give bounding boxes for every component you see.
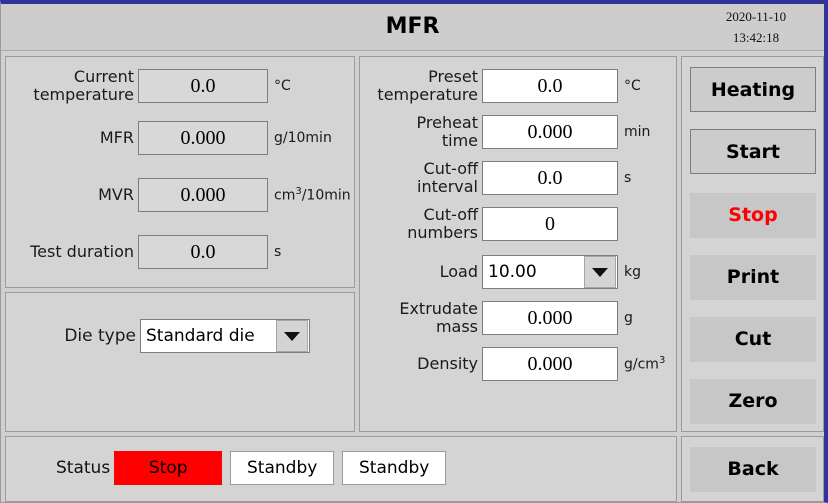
mfr-value: 0.000: [138, 121, 268, 155]
measurement-results-panel: Current temperature 0.0 °C MFR 0.000 g/10…: [5, 56, 355, 288]
field-mfr: MFR 0.000 g/10min: [10, 119, 332, 157]
mfr-application-window: MFR 2020-11-10 13:42:18 Current temperatu…: [0, 0, 828, 503]
chevron-down-icon: [284, 331, 300, 341]
status-panel: Status Stop Standby Standby: [5, 436, 677, 502]
preset-temperature-unit: °C: [624, 78, 641, 94]
mvr-label: MVR: [98, 185, 134, 204]
load-select[interactable]: 10.00: [482, 255, 618, 289]
heating-button[interactable]: Heating: [690, 67, 816, 112]
preheat-time-label: Preheat time: [416, 113, 479, 150]
status-badge-secondary: Standby: [230, 451, 335, 485]
print-button[interactable]: Print: [690, 255, 816, 300]
load-label: Load: [439, 262, 478, 281]
preset-temperature-label: Preset temperature: [377, 67, 478, 104]
status-badge-primary: Stop: [114, 451, 223, 485]
current-temperature-value: 0.0: [138, 69, 268, 103]
current-temperature-label: Current temperature: [33, 67, 134, 104]
status-badge-tertiary: Standby: [342, 451, 447, 485]
load-unit: kg: [624, 264, 641, 280]
load-value: 10.00: [488, 262, 537, 282]
field-cutoff-numbers: Cut-off numbers 0: [364, 205, 624, 243]
preset-temperature-input[interactable]: 0.0: [482, 69, 618, 103]
current-date: 2020-11-10: [725, 9, 787, 24]
navigation-panel: Back: [681, 436, 824, 502]
clock-display: 2020-11-10 13:42:18: [696, 6, 816, 48]
preheat-time-input[interactable]: 0.000: [482, 115, 618, 149]
density-input[interactable]: 0.000: [482, 347, 618, 381]
zero-button[interactable]: Zero: [690, 379, 816, 424]
extrudate-mass-input[interactable]: 0.000: [482, 301, 618, 335]
preheat-time-unit: min: [624, 124, 651, 140]
test-duration-unit: s: [274, 244, 282, 260]
cutoff-numbers-input[interactable]: 0: [482, 207, 618, 241]
status-label: Status: [56, 458, 111, 478]
start-button[interactable]: Start: [690, 129, 816, 174]
field-current-temperature: Current temperature 0.0 °C: [10, 67, 291, 105]
field-test-duration: Test duration 0.0 s: [10, 233, 281, 271]
field-density: Density 0.000 g/cm3: [364, 345, 665, 383]
die-type-select[interactable]: Standard die: [140, 319, 310, 353]
cutoff-interval-label: Cut-off interval: [417, 159, 478, 196]
load-dropdown-button[interactable]: [584, 256, 616, 288]
cut-button[interactable]: Cut: [690, 317, 816, 362]
die-type-panel: Die type Standard die: [5, 292, 355, 432]
cutoff-numbers-label: Cut-off numbers: [407, 205, 478, 242]
field-die-type: Die type Standard die: [40, 319, 310, 353]
chevron-down-icon: [592, 267, 608, 277]
die-type-value: Standard die: [146, 326, 255, 346]
mvr-unit: cm3/10min: [274, 186, 351, 204]
mfr-unit: g/10min: [274, 130, 332, 146]
stop-button[interactable]: Stop: [690, 193, 816, 238]
mfr-label: MFR: [99, 128, 134, 147]
status-indicator-group: Status Stop Standby Standby: [56, 451, 454, 485]
density-unit: g/cm3: [624, 355, 666, 373]
mvr-value: 0.000: [138, 178, 268, 212]
test-duration-value: 0.0: [138, 235, 268, 269]
field-preset-temperature: Preset temperature 0.0 °C: [364, 67, 641, 105]
field-load: Load 10.00 kg: [364, 253, 641, 291]
die-type-label: Die type: [64, 326, 136, 346]
back-button[interactable]: Back: [690, 447, 816, 492]
extrudate-mass-label: Extrudate mass: [399, 299, 478, 336]
die-type-dropdown-button[interactable]: [276, 320, 308, 352]
current-time: 13:42:18: [732, 30, 780, 45]
current-temperature-unit: °C: [274, 78, 291, 94]
cutoff-interval-unit: s: [624, 170, 632, 186]
action-buttons-panel: Heating Start Stop Print Cut Zero: [681, 56, 824, 432]
title-bar: MFR 2020-11-10 13:42:18: [1, 4, 824, 51]
density-label: Density: [417, 354, 478, 373]
field-preheat-time: Preheat time 0.000 min: [364, 113, 651, 151]
field-cutoff-interval: Cut-off interval 0.0 s: [364, 159, 631, 197]
cutoff-interval-input[interactable]: 0.0: [482, 161, 618, 195]
field-extrudate-mass: Extrudate mass 0.000 g: [364, 299, 633, 337]
test-duration-label: Test duration: [30, 242, 134, 261]
field-mvr: MVR 0.000 cm3/10min: [10, 176, 351, 214]
extrudate-mass-unit: g: [624, 310, 633, 326]
test-parameters-panel: Preset temperature 0.0 °C Preheat time 0.0…: [359, 56, 677, 432]
